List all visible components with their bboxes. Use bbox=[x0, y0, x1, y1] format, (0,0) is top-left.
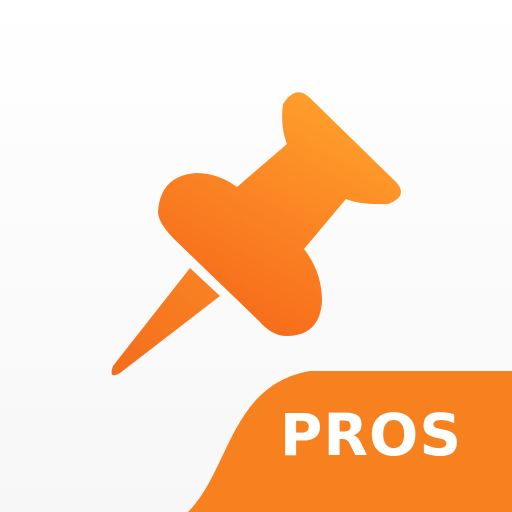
app-icon: PROS bbox=[0, 0, 512, 512]
pin-needle bbox=[111, 268, 220, 376]
pros-badge-label: PROS bbox=[279, 401, 463, 469]
